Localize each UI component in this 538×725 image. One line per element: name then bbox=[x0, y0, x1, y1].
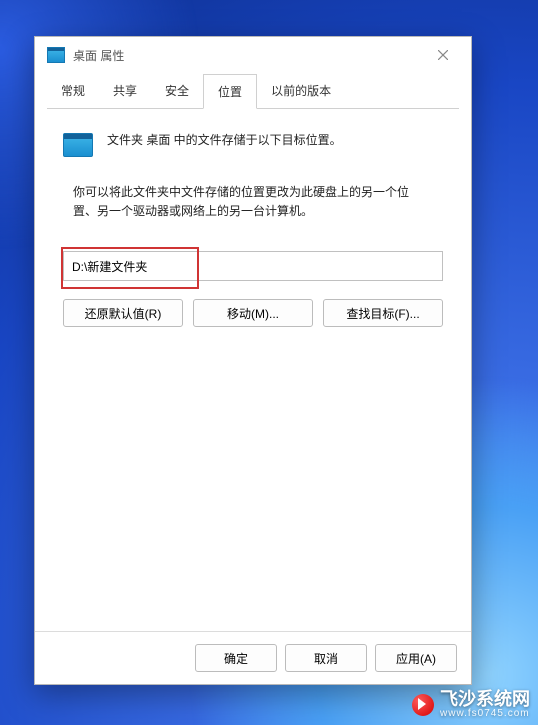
desktop-folder-icon bbox=[47, 47, 65, 63]
tab-previous-versions[interactable]: 以前的版本 bbox=[257, 74, 345, 109]
ok-button[interactable]: 确定 bbox=[195, 644, 277, 672]
folder-icon bbox=[63, 133, 93, 157]
apply-button[interactable]: 应用(A) bbox=[375, 644, 457, 672]
watermark-name: 飞沙系统网 bbox=[440, 690, 530, 708]
tabs: 常规 共享 安全 位置 以前的版本 bbox=[47, 73, 459, 109]
tab-sharing[interactable]: 共享 bbox=[99, 74, 151, 109]
tab-location[interactable]: 位置 bbox=[203, 74, 257, 109]
path-field-container bbox=[63, 251, 443, 283]
location-description: 文件夹 桌面 中的文件存储于以下目标位置。 bbox=[107, 131, 342, 150]
tab-general[interactable]: 常规 bbox=[47, 74, 99, 109]
titlebar: 桌面 属性 bbox=[35, 37, 471, 73]
dialog-title: 桌面 属性 bbox=[73, 47, 423, 64]
tab-security[interactable]: 安全 bbox=[151, 74, 203, 109]
tab-content: 文件夹 桌面 中的文件存储于以下目标位置。 你可以将此文件夹中文件存储的位置更改… bbox=[35, 109, 471, 631]
close-button[interactable] bbox=[423, 41, 463, 69]
location-path-input[interactable] bbox=[63, 251, 443, 281]
dialog-footer: 确定 取消 应用(A) bbox=[35, 631, 471, 684]
watermark-logo-icon bbox=[412, 694, 434, 716]
watermark: 飞沙系统网 www.fs0745.com bbox=[412, 690, 530, 719]
cancel-button[interactable]: 取消 bbox=[285, 644, 367, 672]
restore-default-button[interactable]: 还原默认值(R) bbox=[63, 299, 183, 327]
find-target-button[interactable]: 查找目标(F)... bbox=[323, 299, 443, 327]
location-help-text: 你可以将此文件夹中文件存储的位置更改为此硬盘上的另一个位置、另一个驱动器或网络上… bbox=[73, 183, 413, 221]
close-icon bbox=[438, 50, 448, 60]
watermark-url: www.fs0745.com bbox=[440, 708, 530, 719]
move-button[interactable]: 移动(M)... bbox=[193, 299, 313, 327]
properties-dialog: 桌面 属性 常规 共享 安全 位置 以前的版本 文件夹 桌面 中的文件存储于以下… bbox=[34, 36, 472, 685]
